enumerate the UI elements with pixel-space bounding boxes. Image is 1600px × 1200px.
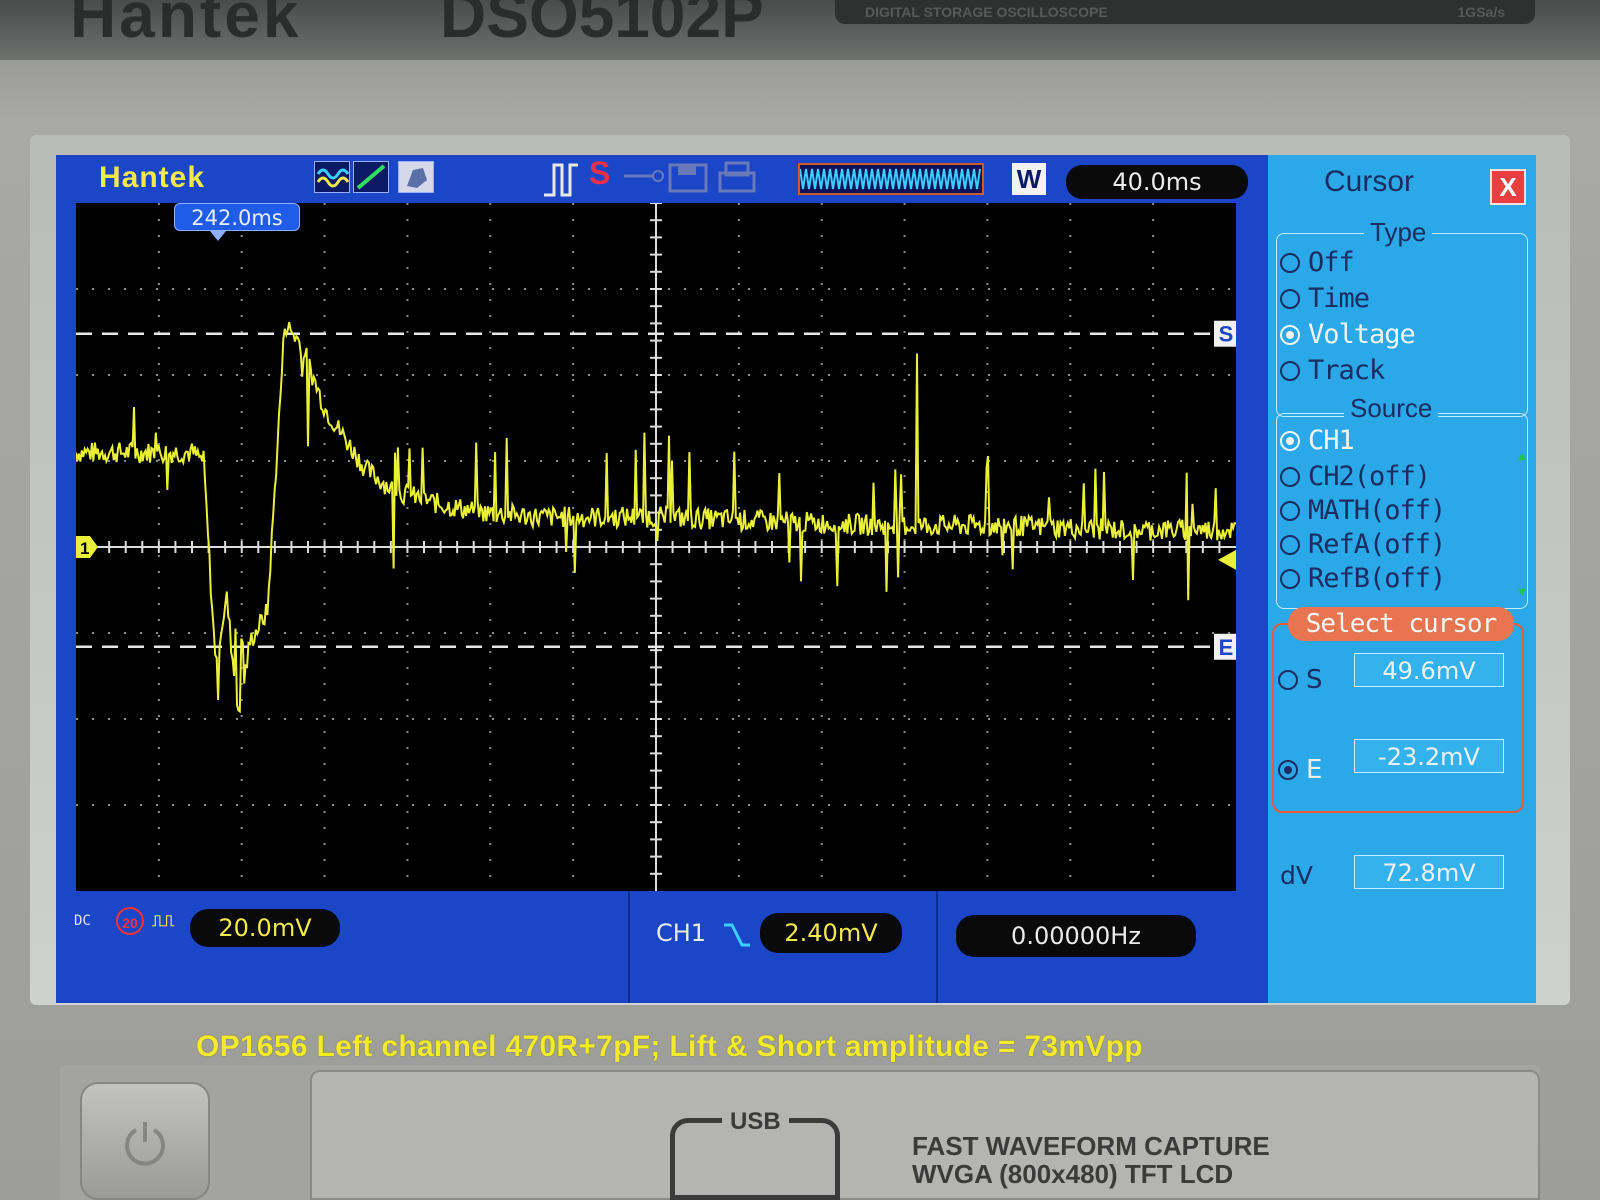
screen-logo: Hantek <box>99 161 206 194</box>
radio-icon <box>1280 466 1300 487</box>
usb-status-icon <box>668 161 756 193</box>
trigger-source[interactable]: CH1 <box>656 919 706 947</box>
trigger-level-marker <box>1218 549 1236 570</box>
bandwidth-limit-badge: 20 <box>116 907 144 935</box>
coupling-indicator: DC <box>74 913 91 929</box>
cursor-e-option[interactable]: E <box>1278 755 1322 785</box>
menu-title: Cursor <box>1324 165 1415 198</box>
waveform-svg[interactable]: S E 1 <box>76 203 1236 891</box>
feature-text: FAST WAVEFORM CAPTURE WVGA (800x480) TFT… <box>912 1132 1270 1188</box>
trigger-position-readout: 242.0ms <box>174 203 300 231</box>
scroll-up-icon[interactable]: ▲ <box>1518 451 1526 462</box>
delta-v-value: 72.8mV <box>1354 855 1504 889</box>
trigger-edge-icon <box>544 163 578 197</box>
divider <box>936 891 938 1003</box>
top-status-bar: Hantek S W 40.0ms <box>56 155 1268 205</box>
device-top-strip: Hantek DSO5102P DIGITAL STORAGE OSCILLOS… <box>0 0 1600 60</box>
type-option-track[interactable]: Track <box>1280 355 1385 386</box>
cursor-e-value: -23.2mV <box>1354 739 1504 773</box>
banner-text: DIGITAL STORAGE OSCILLOSCOPE <box>865 4 1108 20</box>
close-button[interactable]: X <box>1490 169 1526 205</box>
type-group-title: Type <box>1364 217 1433 248</box>
usb-label: USB <box>722 1108 789 1136</box>
type-option-voltage[interactable]: Voltage <box>1280 319 1416 350</box>
device-model: DSO5102P <box>440 0 764 51</box>
type-option-time[interactable]: Time <box>1280 283 1370 314</box>
window-mode-badge[interactable]: W <box>1012 163 1046 195</box>
power-icon <box>125 1122 165 1166</box>
radio-selected-icon <box>1280 430 1300 451</box>
bottom-status-bar: DC 20 ⎍⎍ 20.0mV CH1 2.40mV 0.00000Hz <box>56 891 1268 1003</box>
cursor-marker-s: S <box>1219 322 1234 347</box>
source-option-math[interactable]: MATH(off) <box>1280 495 1446 526</box>
run-status[interactable]: S <box>589 155 610 192</box>
source-option-refa[interactable]: RefA(off) <box>1280 529 1446 560</box>
radio-icon <box>1280 534 1300 555</box>
source-option-ch2[interactable]: CH2(off) <box>1280 461 1431 492</box>
delta-v-label: dV <box>1280 861 1313 890</box>
radio-icon <box>1280 568 1300 589</box>
sample-rate: 1GSa/s <box>1457 4 1505 20</box>
cursor-menu: Cursor X Type Off Time Voltage Track Sou… <box>1268 155 1536 1003</box>
radio-icon <box>1280 360 1300 381</box>
probe-icon: ⎍⎍ <box>152 911 175 930</box>
radio-icon <box>1280 288 1300 309</box>
feature-line-2: WVGA (800x480) TFT LCD <box>912 1159 1234 1189</box>
select-cursor-title: Select cursor <box>1288 607 1514 641</box>
timebase-readout[interactable]: 40.0ms <box>1066 165 1248 199</box>
cursor-marker-e: E <box>1219 635 1234 660</box>
memory-overview-bar[interactable] <box>798 163 984 195</box>
type-option-off[interactable]: Off <box>1280 247 1355 278</box>
radio-selected-icon <box>1280 324 1300 345</box>
radio-selected-icon <box>1278 760 1298 780</box>
falling-edge-icon <box>724 923 750 947</box>
cursor-s-option[interactable]: S <box>1278 665 1323 695</box>
trigger-level[interactable]: 2.40mV <box>760 913 902 953</box>
feature-line-1: FAST WAVEFORM CAPTURE <box>912 1131 1270 1161</box>
divider <box>628 891 630 1003</box>
radio-icon <box>1280 500 1300 521</box>
waveform-display-icon[interactable] <box>314 161 350 193</box>
radio-icon <box>1278 670 1298 690</box>
waveform-plot[interactable]: S E 1 242.0ms <box>76 203 1236 891</box>
source-group-title: Source <box>1344 393 1439 424</box>
device-brand: Hantek <box>70 0 302 51</box>
trigger-position-marker <box>210 231 226 241</box>
ch1-ground-label: 1 <box>80 539 89 558</box>
source-option-ch1[interactable]: CH1 <box>1280 425 1355 456</box>
key-lock-icon <box>624 170 664 182</box>
lcd-screen: Hantek S W 40.0ms S E 1 242.0ms DC 20 ⎍⎍ 2… <box>56 155 1536 1003</box>
cursor-s-value: 49.6mV <box>1354 653 1504 687</box>
persistence-icon[interactable] <box>398 161 434 193</box>
vector-mode-icon[interactable] <box>353 161 389 193</box>
frequency-counter: 0.00000Hz <box>956 915 1196 957</box>
scroll-down-icon[interactable]: ▼ <box>1518 587 1526 598</box>
ch1-volts-div[interactable]: 20.0mV <box>190 909 340 947</box>
power-button[interactable] <box>80 1082 210 1200</box>
device-banner: DIGITAL STORAGE OSCILLOSCOPE 1GSa/s <box>835 0 1535 24</box>
source-option-refb[interactable]: RefB(off) <box>1280 563 1446 594</box>
radio-icon <box>1280 252 1300 273</box>
photo-caption: OP1656 Left channel 470R+7pF; Lift & Sho… <box>196 1030 1143 1063</box>
